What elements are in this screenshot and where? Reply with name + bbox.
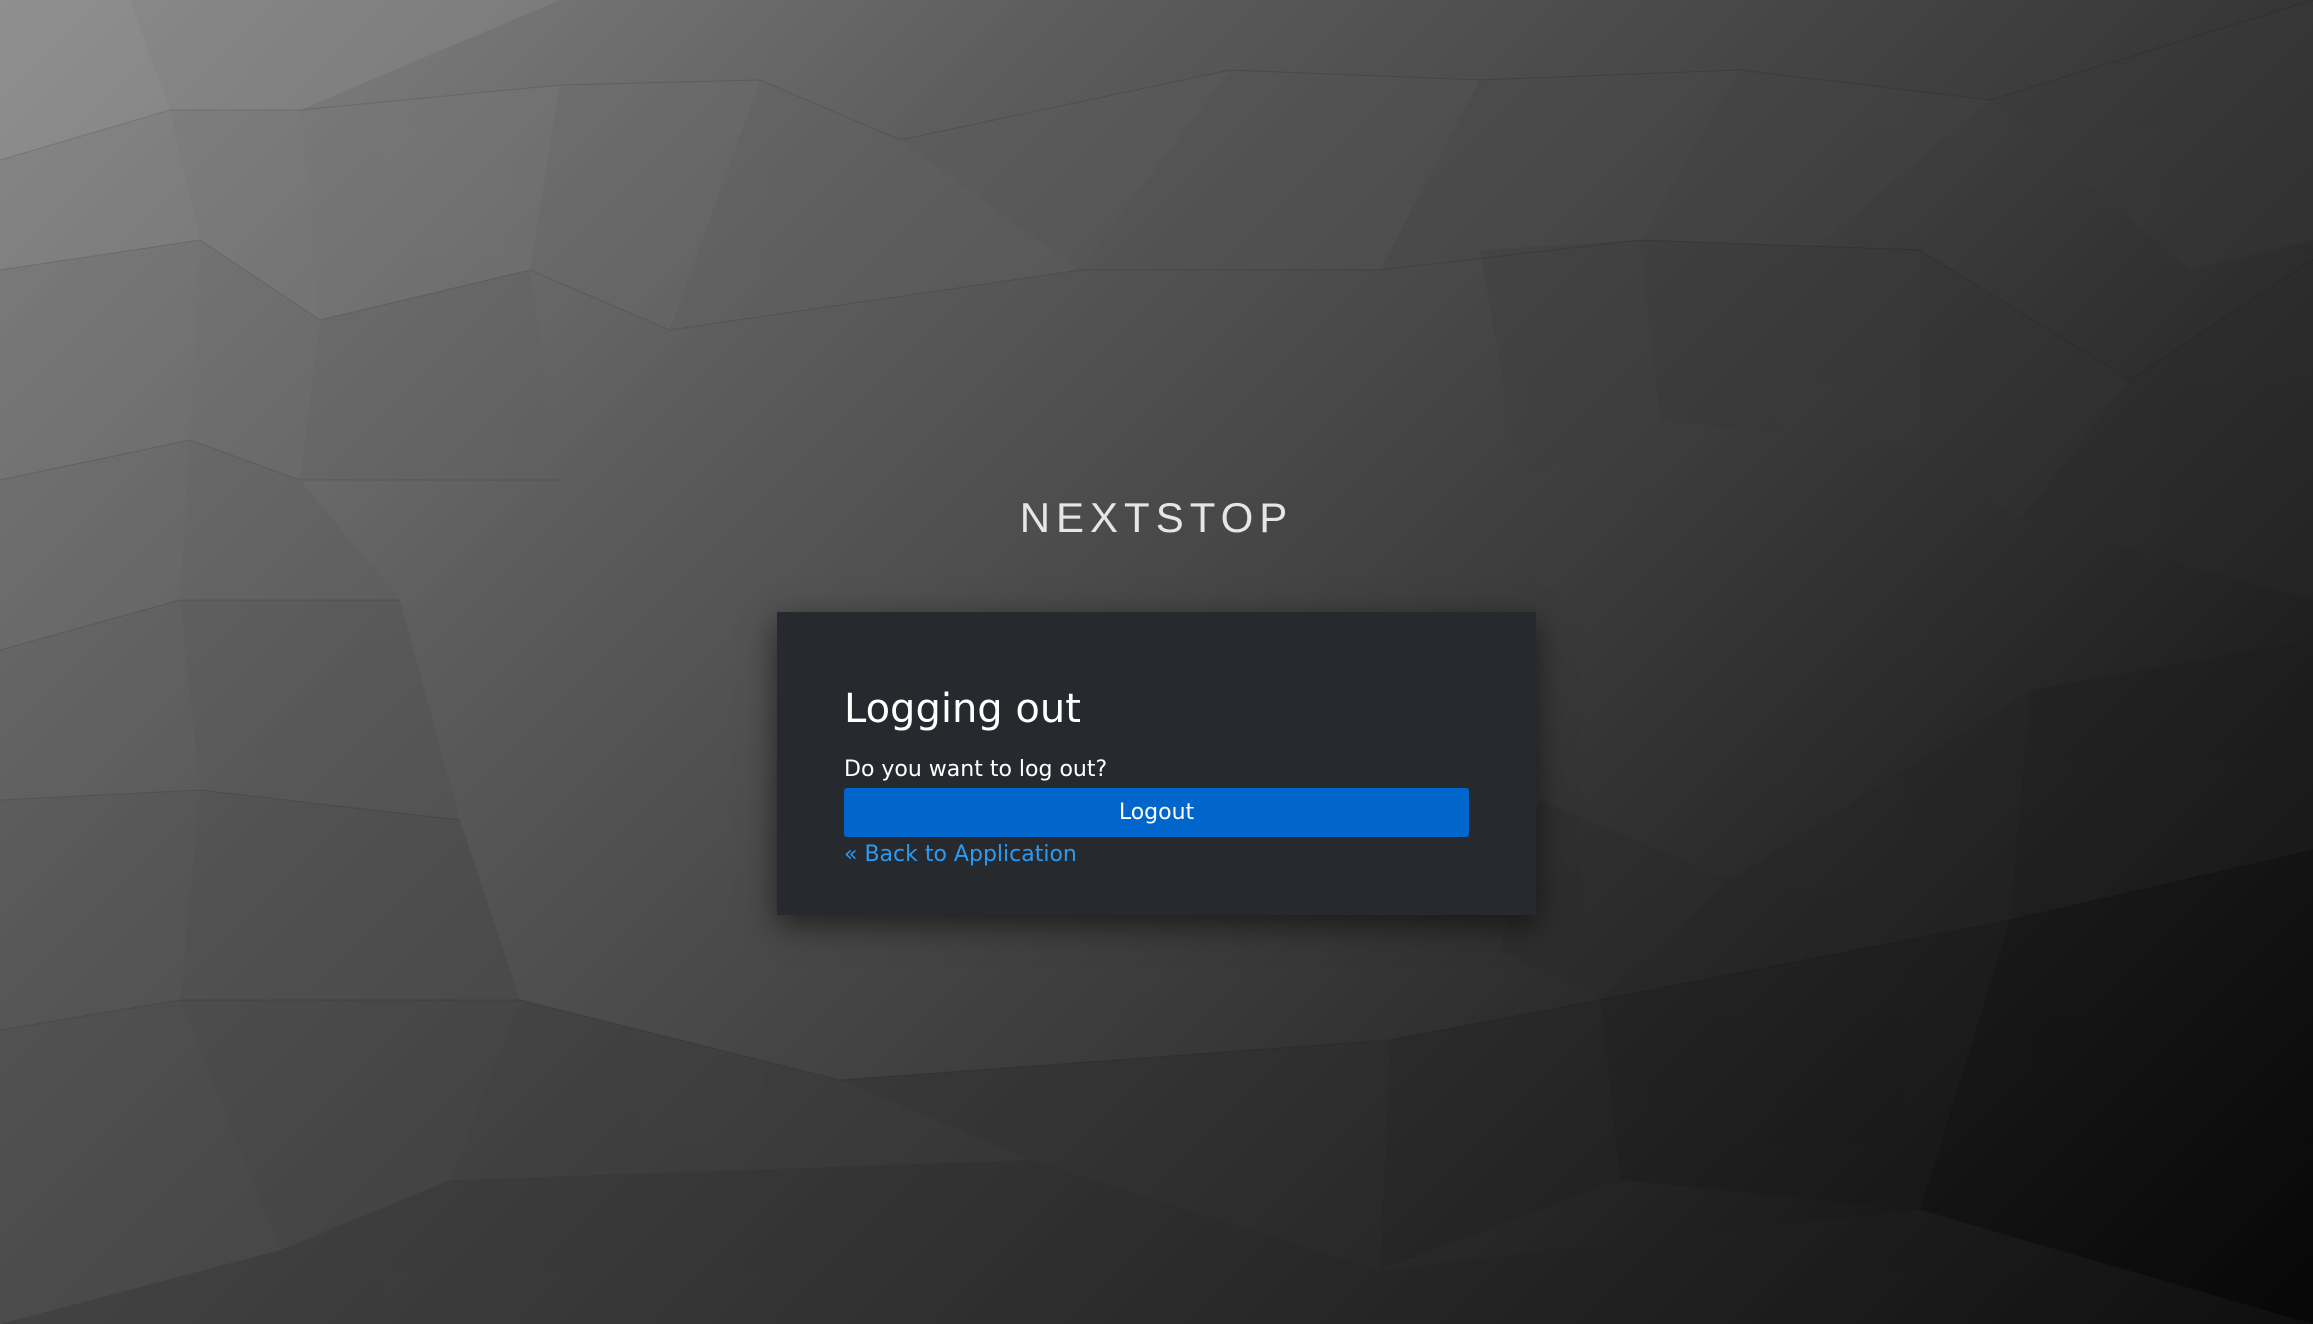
logout-card: Logging out Do you want to log out? Logo…	[777, 612, 1536, 915]
page-title: Logging out	[844, 686, 1081, 732]
brand-logo-text: NEXTSTOP	[1019, 494, 1294, 541]
logout-prompt: Do you want to log out?	[844, 757, 1108, 782]
back-to-application-link[interactable]: « Back to Application	[844, 842, 1077, 867]
logout-button[interactable]: Logout	[844, 788, 1469, 837]
